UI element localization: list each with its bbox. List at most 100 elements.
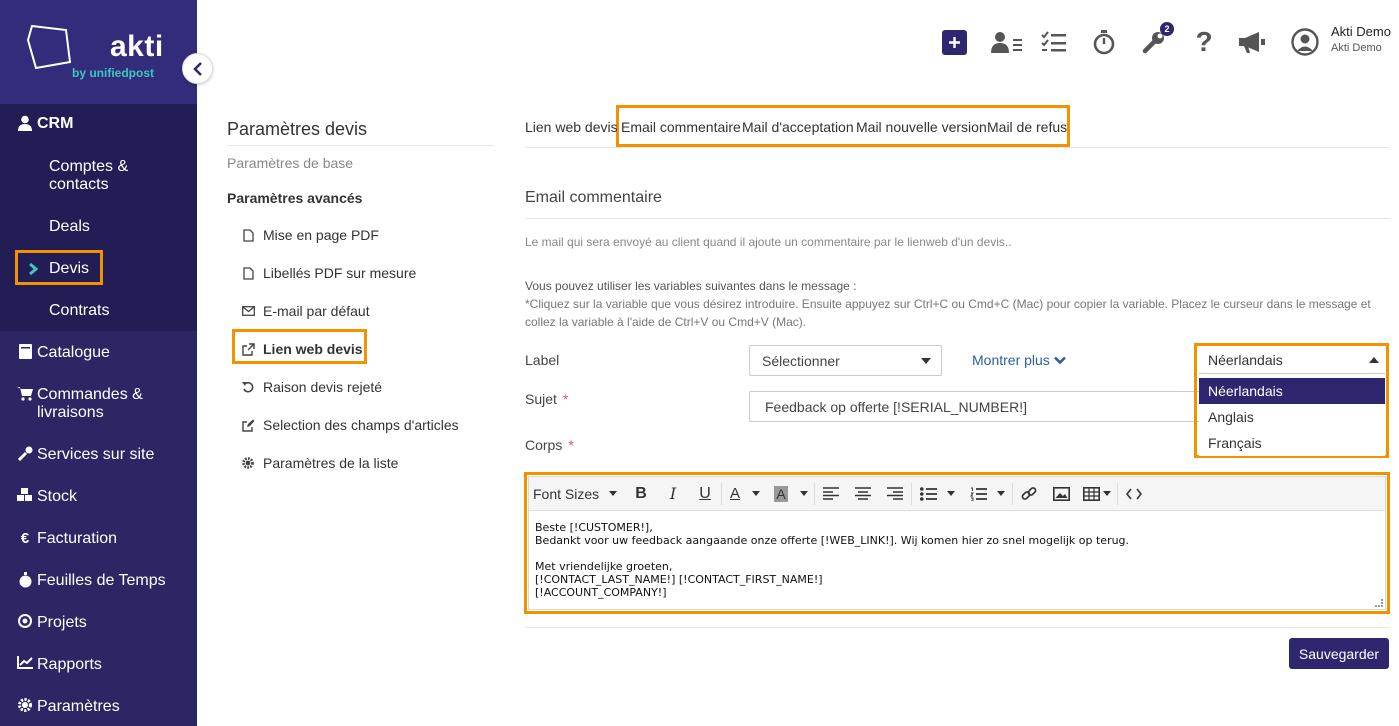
caret-down-icon [996, 491, 1005, 496]
tab-mail-nouvelle-version[interactable]: Mail nouvelle version [856, 119, 987, 135]
nav-contrats[interactable]: Contrats [49, 302, 109, 320]
editor-toolbar: Font Sizes B I U A A [529, 477, 1385, 511]
chevron-left-icon [192, 61, 202, 76]
font-sizes-label: Font Sizes [533, 485, 600, 502]
nav-deals[interactable]: Deals [49, 218, 90, 236]
menu-mise-en-page-pdf[interactable]: Mise en page PDF [241, 227, 379, 243]
show-more-link[interactable]: Montrer plus [972, 352, 1066, 368]
gear-icon [16, 698, 34, 712]
image-icon [1052, 486, 1070, 501]
nav-stock[interactable]: Stock [0, 488, 197, 506]
underline-button[interactable]: U [689, 477, 721, 511]
nav-commandes-line1: Commandes & [37, 386, 143, 403]
tools-button[interactable]: 2 [1140, 22, 1174, 56]
image-button[interactable] [1045, 477, 1077, 511]
undo-icon [241, 381, 255, 393]
nav-services[interactable]: Services sur site [0, 446, 197, 464]
chevron-right-icon [29, 263, 38, 275]
align-left-button[interactable] [815, 477, 847, 511]
language-selected-value: Néerlandais [1208, 352, 1283, 368]
menu-lien-web-devis[interactable]: Lien web devis [241, 341, 363, 357]
sidebar-collapse-button[interactable] [182, 53, 213, 84]
nav-rapports[interactable]: Rapports [0, 656, 197, 674]
align-right-button[interactable] [879, 477, 911, 511]
notification-badge: 2 [1160, 22, 1174, 36]
bullet-list-button[interactable] [912, 477, 962, 511]
nav-comptes-line1: Comptes & [49, 158, 129, 175]
logo-area: akti by unifiedpost [0, 0, 197, 104]
menu-link-label: E-mail par défaut [263, 303, 370, 319]
pdf-icon [241, 228, 255, 242]
user-name[interactable]: Akti Demo [1331, 24, 1391, 39]
font-sizes-dropdown[interactable]: Font Sizes [529, 477, 625, 511]
table-icon [1083, 486, 1100, 501]
nav-projets[interactable]: Projets [0, 614, 197, 632]
nav-facturation[interactable]: € Facturation [0, 530, 197, 548]
user-icon [16, 115, 34, 131]
menu-selection-champs[interactable]: Selection des champs d'articles [241, 417, 459, 433]
link-button[interactable] [1013, 477, 1045, 511]
body-label-text: Corps [525, 437, 563, 453]
user-list-icon [991, 32, 1022, 53]
gear-icon [241, 457, 255, 469]
nav-parametres-label: Paramètres [37, 698, 120, 715]
user-avatar[interactable] [1291, 28, 1319, 56]
menu-link-label: Libellés PDF sur mesure [263, 265, 417, 281]
nav-rapports-label: Rapports [37, 656, 102, 673]
tab-email-commentaire[interactable]: Email commentaire [621, 119, 741, 135]
menu-parametres-liste[interactable]: Paramètres de la liste [241, 455, 398, 471]
help-button[interactable]: ? [1190, 26, 1218, 57]
numbered-list-button[interactable] [962, 477, 1012, 511]
nav-crm[interactable]: CRM [0, 115, 197, 133]
background-color-button[interactable]: A [768, 477, 814, 511]
tab-lien-web-devis[interactable]: Lien web devis [525, 119, 618, 135]
add-button[interactable] [940, 28, 968, 56]
menu-link-label: Raison devis rejeté [263, 379, 383, 395]
caret-down-icon [921, 358, 931, 364]
nav-projets-label: Projets [37, 614, 87, 631]
menu-raison-rejet[interactable]: Raison devis rejeté [241, 379, 382, 395]
nav-catalogue[interactable]: Catalogue [0, 344, 197, 362]
settings-divider [227, 145, 494, 146]
nav-commandes[interactable]: Commandes & livraisons [0, 386, 197, 422]
nav-devis[interactable]: Devis [28, 260, 89, 278]
editor-content[interactable]: Beste [!CUSTOMER!], Bedankt voor uw feed… [535, 521, 1129, 599]
question-icon: ? [1195, 26, 1213, 57]
table-button[interactable] [1077, 477, 1117, 511]
resize-handle[interactable] [1375, 599, 1383, 607]
chevron-down-icon [1053, 356, 1066, 364]
nav-comptes-contacts[interactable]: Comptes & contacts [49, 158, 128, 194]
tab-mail-acceptation[interactable]: Mail d'acceptation [742, 119, 854, 135]
menu-link-label: Lien web devis [263, 341, 363, 357]
base-params-link[interactable]: Paramètres de base [227, 155, 353, 171]
tab-mail-refus[interactable]: Mail de refus [987, 119, 1067, 135]
edit-icon [241, 419, 255, 432]
menu-email-defaut[interactable]: E-mail par défaut [241, 303, 370, 319]
subject-input[interactable]: Feedback op offerte [!SERIAL_NUMBER!] [749, 391, 1199, 422]
timer-button[interactable] [1090, 28, 1118, 56]
contacts-list-button[interactable] [990, 28, 1024, 56]
language-option[interactable]: Néerlandais [1199, 378, 1385, 404]
required-mark: * [568, 437, 574, 453]
text-color-button[interactable]: A [722, 477, 768, 511]
tasks-button[interactable] [1040, 28, 1068, 56]
announcements-button[interactable] [1236, 28, 1268, 56]
bold-button[interactable]: B [625, 477, 657, 511]
language-select[interactable]: Néerlandais [1199, 347, 1385, 374]
label-field-label: Label [525, 352, 560, 368]
caret-down-icon [609, 491, 618, 496]
label-select[interactable]: Sélectionner [749, 345, 942, 376]
menu-libelles-pdf[interactable]: Libellés PDF sur mesure [241, 265, 416, 281]
save-button[interactable]: Sauvegarder [1289, 638, 1389, 669]
italic-button[interactable]: I [657, 477, 689, 511]
language-option[interactable]: Français [1199, 430, 1385, 456]
nav-commandes-line2: livraisons [37, 404, 104, 421]
language-option[interactable]: Anglais [1199, 404, 1385, 430]
book-icon [16, 344, 34, 359]
variables-instructions: *Cliquez sur la variable que vous désire… [525, 297, 1371, 329]
nav-feuilles-temps[interactable]: Feuilles de Temps [0, 572, 197, 590]
nav-parametres[interactable]: Paramètres [0, 698, 197, 716]
align-center-button[interactable] [847, 477, 879, 511]
source-code-button[interactable] [1118, 477, 1150, 511]
form-divider [525, 627, 1390, 628]
